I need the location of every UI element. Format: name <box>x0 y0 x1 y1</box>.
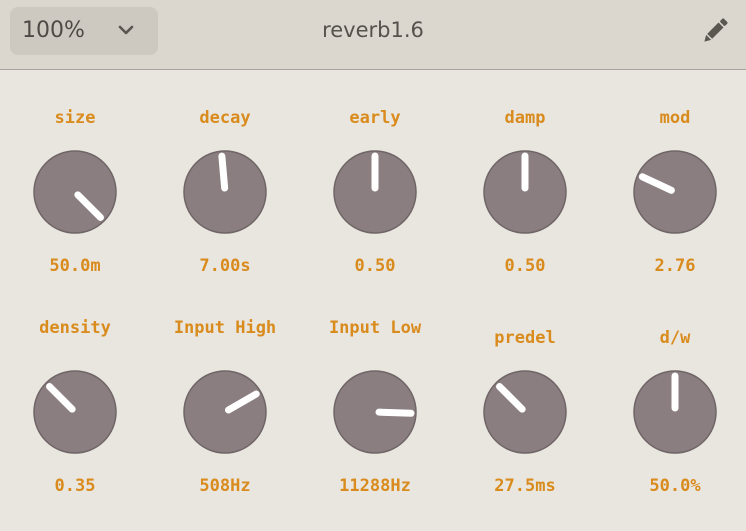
header-bar: 100% reverb1.6 <box>0 0 746 70</box>
knob-label: density <box>39 318 111 338</box>
knob-group-damp: damp 0.50 <box>450 71 600 276</box>
knob-group-density: density 0.35 <box>0 291 150 496</box>
knob-early[interactable] <box>332 149 418 235</box>
knob-group-size: size 50.0m <box>0 71 150 276</box>
knob-label: Input Low <box>328 318 422 338</box>
knob-group-input-low: Input Low 11288Hz <box>300 291 450 496</box>
knob-value: 0.50 <box>354 256 396 276</box>
knob-size[interactable] <box>32 149 118 235</box>
knob-dw[interactable] <box>632 369 718 455</box>
knob-group-dw: d/w 50.0% <box>600 291 746 496</box>
knob-predel[interactable] <box>482 369 568 455</box>
knob-input-high[interactable] <box>182 369 268 455</box>
knob-value: 0.50 <box>504 256 546 276</box>
knob-body <box>183 370 267 454</box>
knob-pointer <box>375 408 415 417</box>
knob-decay[interactable] <box>182 149 268 235</box>
knob-value: 50.0% <box>649 476 701 496</box>
chevron-down-icon <box>118 25 134 35</box>
knob-body <box>633 150 717 234</box>
knob-mod[interactable] <box>632 149 718 235</box>
knob-label: size <box>54 108 96 128</box>
knob-group-decay: decay 7.00s <box>150 71 300 276</box>
knob-damp[interactable] <box>482 149 568 235</box>
knob-value: 508Hz <box>199 476 251 496</box>
zoom-value: 100% <box>22 18 85 43</box>
knob-input-low[interactable] <box>332 369 418 455</box>
knob-value: 7.00s <box>199 256 251 276</box>
knob-body <box>483 370 567 454</box>
knob-value: 2.76 <box>654 256 696 276</box>
knob-value: 27.5ms <box>494 476 556 496</box>
knob-value: 0.35 <box>54 476 96 496</box>
knob-density[interactable] <box>32 369 118 455</box>
pencil-icon <box>704 18 728 42</box>
knob-group-input-high: Input High 508Hz <box>150 291 300 496</box>
knob-pointer <box>218 152 229 192</box>
knob-label: d/w <box>659 328 691 348</box>
knob-group-mod: mod 2.76 <box>600 71 746 276</box>
knob-body <box>33 370 117 454</box>
knob-body <box>33 150 117 234</box>
knob-group-early: early 0.50 <box>300 71 450 276</box>
knob-label: decay <box>199 108 251 128</box>
knob-value: 11288Hz <box>339 476 411 496</box>
knob-label: predel <box>494 328 556 348</box>
knob-label: Input High <box>173 318 277 338</box>
knob-panel: size 50.0m decay 7.00s early 0.50 damp 0… <box>0 71 746 531</box>
knob-group-predel: predel 27.5ms <box>450 291 600 496</box>
knob-value: 50.0m <box>49 256 101 276</box>
edit-button[interactable] <box>698 14 732 48</box>
knob-label: mod <box>659 108 691 128</box>
knob-label: damp <box>504 108 546 128</box>
knob-label: early <box>349 108 401 128</box>
zoom-dropdown[interactable]: 100% <box>10 7 158 55</box>
